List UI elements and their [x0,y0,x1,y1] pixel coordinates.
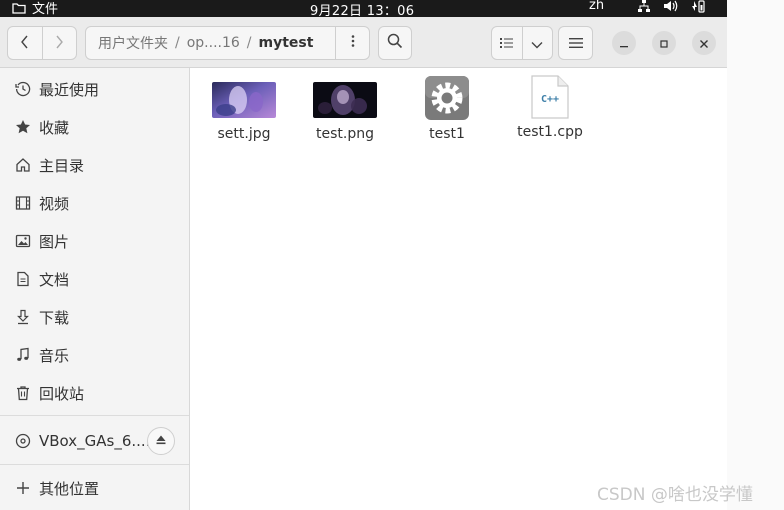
sidebar-item-label: 图片 [39,232,70,251]
view-toggle-group [491,26,553,60]
desktop-background [727,0,784,510]
watermark: CSDN @啥也没学懂 [597,485,753,505]
forward-button[interactable] [41,27,77,59]
network-icon [637,0,651,13]
sidebar-item-downloads[interactable]: 下载 [0,298,189,336]
sidebar-item-other-locations[interactable]: 其他位置 [0,469,189,507]
path-menu-button[interactable] [335,27,369,59]
sidebar-item-starred[interactable]: 收藏 [0,108,189,146]
sidebar-divider [0,464,189,465]
breadcrumb-current[interactable]: mytest [252,35,322,51]
sidebar-item-documents[interactable]: 文档 [0,260,189,298]
sidebar-item-videos[interactable]: 视频 [0,184,189,222]
files-app-icon [12,2,26,14]
top-panel: 文件 9月22日 13：06 zh [0,0,727,19]
sidebar-item-pictures[interactable]: 图片 [0,222,189,260]
view-options-dropdown[interactable] [521,27,553,59]
header-bar: 用户文件夹 / op....16 / mytest [0,17,727,68]
sidebar-item-label: 回收站 [39,384,85,403]
star-icon [14,118,32,136]
file-name: test1 [429,126,465,142]
sidebar-item-label: 其他位置 [39,479,100,498]
hamburger-menu-icon [568,34,583,53]
sidebar-item-label: 最近使用 [39,80,100,99]
volume-icon [663,0,678,13]
breadcrumb-parent[interactable]: op....16 [180,35,247,51]
sidebar-item-device[interactable]: VBox_GAs_6.... [0,422,189,460]
sidebar-item-music[interactable]: 音乐 [0,336,189,374]
main-menu-button[interactable] [558,26,593,60]
cpp-source-icon: C++ [530,74,570,120]
file-item[interactable]: test.png [295,82,395,142]
path-bar: 用户文件夹 / op....16 / mytest [85,26,370,60]
kebab-menu-icon [351,34,355,52]
file-manager-window: 用户文件夹 / op....16 / mytest 最近使用 收藏 主目录 视频… [0,17,727,510]
chevron-left-icon [20,34,30,53]
close-icon [699,34,709,53]
chevron-down-icon [531,34,543,53]
sidebar-divider [0,415,189,416]
file-name: test1.cpp [517,124,583,140]
minimize-button[interactable] [612,31,636,55]
eject-icon [155,432,167,450]
activities-label: 文件 [32,2,59,17]
back-button[interactable] [8,27,42,59]
maximize-button[interactable] [652,31,676,55]
film-icon [14,194,32,212]
sidebar-item-label: 下载 [39,308,70,327]
navigation-buttons [7,26,77,60]
file-item[interactable]: C++ test1.cpp [500,75,600,140]
sidebar-item-label: 文档 [39,270,70,289]
cpp-icon-text: C++ [540,94,560,105]
music-icon [14,346,32,364]
image-thumbnail [313,82,377,118]
executable-icon [425,76,469,120]
sidebar-item-label: 主目录 [39,156,85,175]
sidebar-item-trash[interactable]: 回收站 [0,374,189,412]
file-name: test.png [316,126,374,142]
document-icon [14,270,32,288]
disc-icon [14,432,32,450]
download-icon [14,308,32,326]
system-tray[interactable] [637,0,706,13]
input-method-indicator[interactable]: zh [589,0,604,13]
search-icon [387,33,403,53]
trash-icon [14,384,32,402]
plus-icon [14,479,32,497]
eject-button[interactable] [147,427,175,455]
breadcrumb-home[interactable]: 用户文件夹 [86,33,175,53]
close-button[interactable] [692,31,716,55]
chevron-right-icon [54,34,64,53]
list-view-button[interactable] [492,27,522,59]
sidebar-item-label: VBox_GAs_6.... [39,432,151,450]
sidebar-item-label: 视频 [39,194,70,213]
power-icon [690,0,706,13]
maximize-icon [659,34,669,53]
sidebar-item-label: 收藏 [39,118,70,137]
file-name: sett.jpg [217,126,271,142]
minimize-icon [619,34,629,53]
sidebar-item-home[interactable]: 主目录 [0,146,189,184]
image-icon [14,232,32,250]
sidebar: 最近使用 收藏 主目录 视频 图片 文档 下载 音乐 回收站 VBox_GAs_… [0,68,190,510]
list-view-icon [499,34,514,53]
sidebar-item-recent[interactable]: 最近使用 [0,70,189,108]
file-item[interactable]: sett.jpg [194,82,294,142]
sidebar-item-label: 音乐 [39,346,70,365]
image-thumbnail [212,82,276,118]
home-icon [14,156,32,174]
search-button[interactable] [378,26,412,60]
file-view: sett.jpg test.png test1 C++ test1.cpp [190,68,727,510]
clock-icon [14,80,32,98]
activities-menu[interactable]: 文件 [12,0,58,17]
file-item[interactable]: test1 [397,76,497,142]
